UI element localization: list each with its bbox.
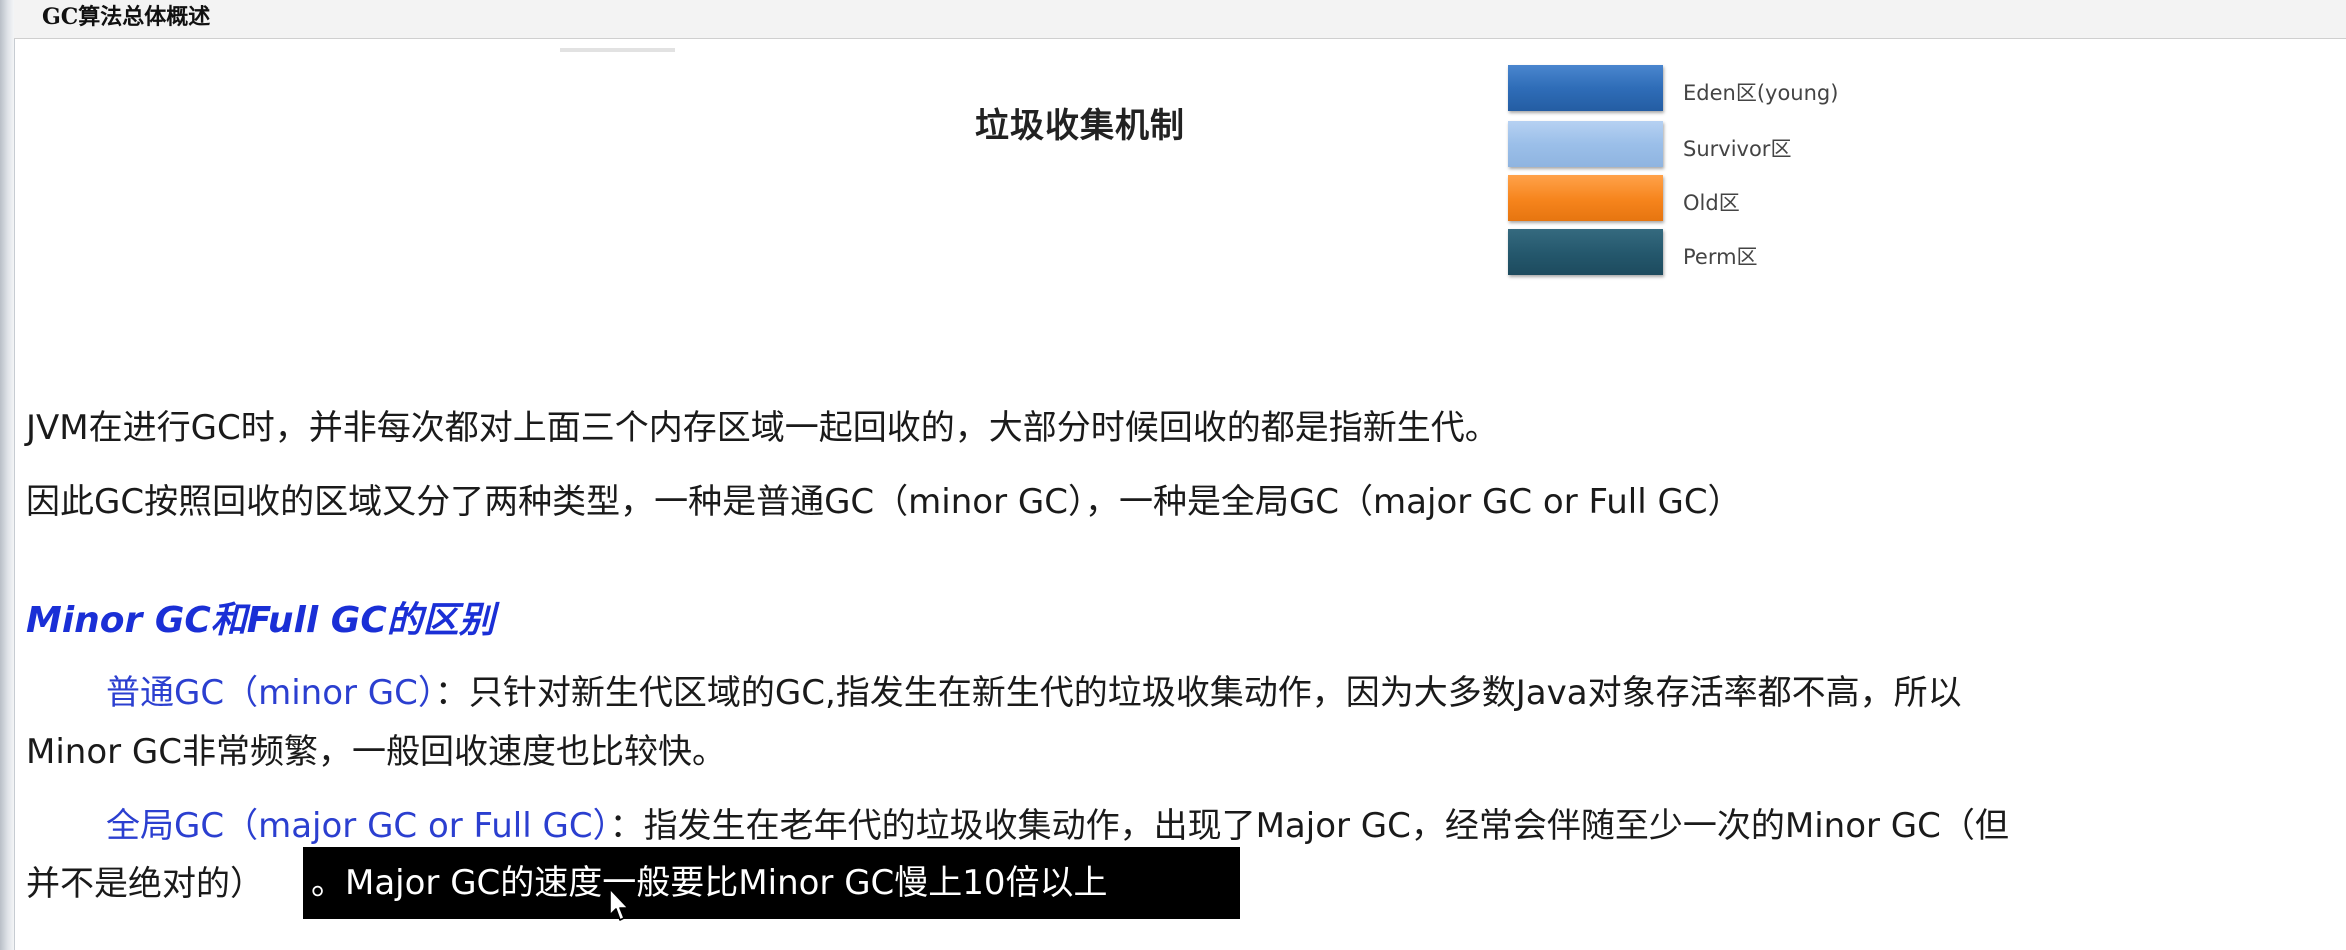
window-left-frame [0, 0, 15, 950]
window-title: GC算法总体概述 [42, 4, 211, 30]
paragraph-minor-gc-line1: 普通GC（minor GC）：只针对新生代区域的GC,指发生在新生代的垃圾收集动… [106, 665, 1962, 714]
legend-label-old: Old区 [1683, 191, 1740, 215]
slide-heading: 垃圾收集机制 [975, 106, 1185, 146]
legend-label-eden: Eden区(young) [1683, 81, 1839, 105]
title-bar: GC算法总体概述 [14, 0, 2346, 39]
legend-item-perm: Perm区 [1508, 229, 1928, 277]
paragraph-gc-types: 因此GC按照回收的区域又分了两种类型，一种是普通GC（minor GC），一种是… [26, 482, 1742, 522]
section-heading-difference: Minor GC和Full GC的区别 [26, 600, 495, 641]
highlighted-text-selection[interactable]: 。Major GC的速度一般要比Minor GC慢上10倍以上 [303, 847, 1240, 919]
legend-item-eden: Eden区(young) [1508, 65, 1928, 113]
paragraph-major-gc-line1: 全局GC（major GC or Full GC）：指发生在老年代的垃圾收集动作… [106, 798, 2009, 847]
paragraph-jvm-gc: JVM在进行GC时，并非每次都对上面三个内存区域一起回收的，大部分时候回收的都是… [26, 408, 1499, 448]
legend-swatch-survivor [1508, 121, 1663, 167]
minor-gc-term: 普通GC（minor GC） [106, 673, 435, 713]
mouse-pointer-icon [609, 888, 629, 921]
major-gc-term: 全局GC（major GC or Full GC） [106, 806, 610, 846]
legend-swatch-old [1508, 175, 1663, 221]
legend-item-survivor: Survivor区 [1508, 121, 1928, 169]
legend-swatch-eden [1508, 65, 1663, 111]
legend-item-old: Old区 [1508, 175, 1928, 223]
major-gc-desc-1: ：指发生在老年代的垃圾收集动作，出现了Major GC，经常会伴随至少一次的Mi… [609, 806, 2009, 846]
legend-label-perm: Perm区 [1683, 245, 1758, 269]
minor-gc-desc-1: ：只针对新生代区域的GC,指发生在新生代的垃圾收集动作，因为大多数Java对象存… [434, 673, 1962, 713]
paragraph-minor-gc-line2: Minor GC非常频繁，一般回收速度也比较快。 [26, 732, 727, 772]
faint-divider [560, 48, 675, 52]
paragraph-major-gc-line2: 并不是绝对的） [26, 864, 264, 904]
legend-swatch-perm [1508, 229, 1663, 275]
legend-label-survivor: Survivor区 [1683, 137, 1792, 161]
